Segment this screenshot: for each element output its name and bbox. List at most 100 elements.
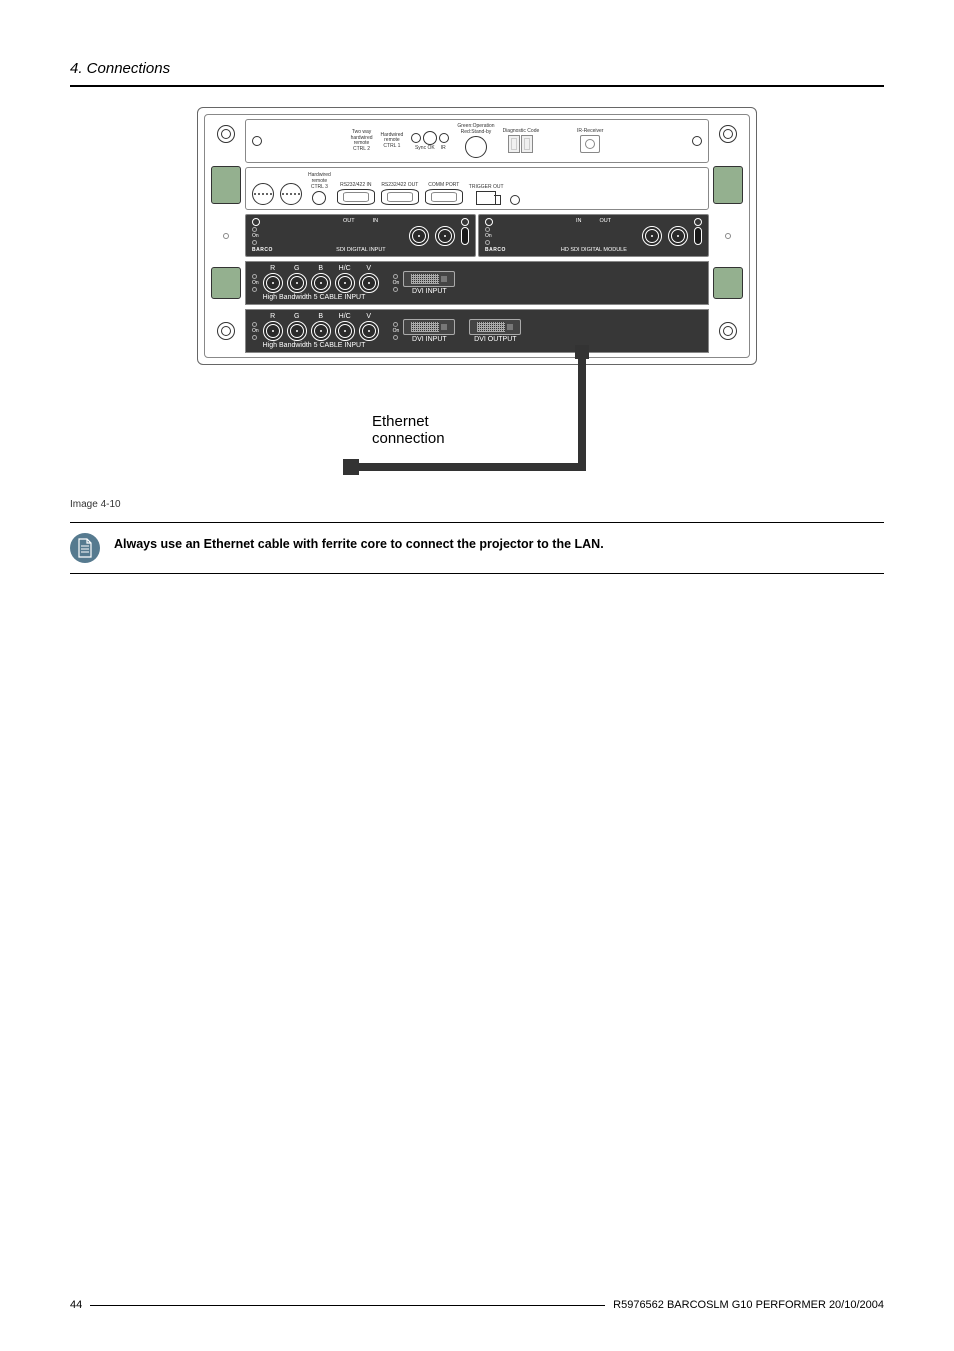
hole-icon: [252, 136, 262, 146]
ctrl3-label: Hardwired remote CTRL 3: [308, 172, 331, 190]
cable-input-row-2: On R G B H/C V High Bandwidth 5 CAB: [245, 309, 709, 353]
bnc-port-icon: [335, 273, 355, 293]
on-indicator: On: [393, 322, 400, 340]
screw-icon: [252, 218, 260, 226]
cable-input-label: High Bandwidth 5 CABLE INPUT: [263, 342, 379, 349]
in-label: IN: [373, 218, 379, 224]
ethernet-label: Ethernet connection: [372, 413, 445, 447]
dvi-input-label: DVI INPUT: [412, 288, 447, 295]
out-label: OUT: [343, 218, 355, 224]
hc-label: H/C: [339, 265, 351, 272]
clip-icon: [461, 227, 469, 245]
barco-logo: BARCO: [252, 247, 273, 253]
right-column-3: [713, 261, 743, 305]
ethernet-cable-drawing: Ethernet connection: [197, 363, 757, 493]
screw-icon: [719, 322, 737, 340]
center-row-3: On R G B H/C V High Bandwidth 5 CAB: [245, 261, 709, 305]
hole-icon: [510, 195, 520, 205]
rs232-in-port: RS232/422 IN: [337, 182, 375, 205]
on-indicator: On: [252, 227, 259, 245]
ir-receiver-icon: [580, 135, 600, 153]
bnc-port-icon: [263, 321, 283, 341]
footer-rule: [90, 1305, 605, 1306]
image-caption: Image 4-10: [70, 499, 884, 510]
rs232-out-label: RS232/422 OUT: [381, 182, 418, 188]
mini-din-port-icon: [252, 183, 274, 205]
bnc-port-icon: [409, 226, 429, 246]
sdi-module: OUT IN On: [245, 214, 476, 257]
trigger-jack-icon: [476, 191, 496, 205]
on-indicator: On: [252, 274, 259, 292]
bnc-port-icon: [335, 321, 355, 341]
bnc-port-icon: [311, 273, 331, 293]
screw-icon: [694, 218, 702, 226]
knob-icon: [423, 131, 437, 145]
ir-recv-label: IR-Receiver: [577, 129, 603, 135]
bnc-port-icon: [668, 226, 688, 246]
hole-icon: [725, 233, 731, 239]
dsub-port-icon: [381, 189, 419, 205]
right-column-2: [713, 214, 743, 257]
bnc-port-icon: [435, 226, 455, 246]
port-strip: Hardwired remote CTRL 3 RS232/422 IN RS2…: [245, 167, 709, 210]
note-document-icon: [70, 533, 100, 563]
hole-icon: [223, 233, 229, 239]
module-row: OUT IN On: [245, 214, 709, 257]
footer-doc-id: R5976562 BARCOSLM G10 PERFORMER 20/10/20…: [613, 1299, 884, 1311]
screw-icon: [485, 218, 493, 226]
panel-row-4: On R G B H/C V High Bandwidth 5 CAB: [211, 309, 743, 353]
cable-end-icon: [343, 459, 359, 475]
hdsdi-module: IN OUT On: [478, 214, 709, 257]
left-column-4: [211, 309, 241, 353]
v-label: V: [366, 313, 371, 320]
b-label: B: [318, 313, 323, 320]
vent-right: [713, 166, 743, 204]
in-label: IN: [576, 218, 582, 224]
jack-icon: [312, 191, 326, 205]
right-column-1: [713, 119, 743, 210]
hc-label: H/C: [339, 313, 351, 320]
ctrl2-label: Two way hardwired remote CTRL 2: [351, 130, 373, 152]
hdsdi-module-label: HD SDI DIGITAL MODULE: [561, 247, 627, 253]
rs232-in-label: RS232/422 IN: [340, 182, 371, 188]
control-strip: Two way hardwired remote CTRL 2 Hardwire…: [245, 119, 709, 163]
center-row-4: On R G B H/C V High Bandwidth 5 CAB: [245, 309, 709, 353]
mini-din-port-icon: [280, 183, 302, 205]
out-label: OUT: [599, 218, 611, 224]
screw-icon: [217, 322, 235, 340]
on-indicator: On: [252, 322, 259, 340]
seven-seg-icon: [508, 135, 520, 153]
screw-icon: [217, 125, 235, 143]
cable-horizontal: [357, 463, 586, 471]
connection-diagram: Two way hardwired remote CTRL 2 Hardwire…: [197, 107, 757, 493]
dsub-port-icon: [337, 189, 375, 205]
dvi-output-port-icon: [469, 319, 521, 335]
dvi-input-port-icon: [403, 319, 455, 335]
page-number: 44: [70, 1299, 82, 1311]
panel-inner: Two way hardwired remote CTRL 2 Hardwire…: [204, 114, 750, 358]
diag-label: Diagnostic Code: [503, 129, 540, 135]
vent-left: [211, 166, 241, 204]
r-label: R: [270, 265, 275, 272]
b-label: B: [318, 265, 323, 272]
cable-input-row-1: On R G B H/C V High Bandwidth 5 CAB: [245, 261, 709, 305]
comm-port: COMM PORT: [425, 182, 463, 205]
projector-back-panel: Two way hardwired remote CTRL 2 Hardwire…: [197, 107, 757, 365]
sdi-module-label: SDI DIGITAL INPUT: [336, 247, 386, 253]
note-text: Always use an Ethernet cable with ferrit…: [114, 533, 604, 551]
knob-icon: [439, 133, 449, 143]
right-column-4: [713, 309, 743, 353]
cable-vertical: [578, 355, 586, 465]
ir-label: IR: [441, 146, 446, 152]
section-title: 4. Connections: [70, 60, 884, 77]
knob-icon: [411, 133, 421, 143]
g-label: G: [294, 313, 299, 320]
top-rule: [70, 85, 884, 87]
clip-icon: [694, 227, 702, 245]
panel-row-1: Two way hardwired remote CTRL 2 Hardwire…: [211, 119, 743, 210]
left-column-1: [211, 119, 241, 210]
note-box: Always use an Ethernet cable with ferrit…: [70, 523, 884, 573]
knob-group: [411, 131, 449, 145]
g-label: G: [294, 265, 299, 272]
bnc-port-icon: [311, 321, 331, 341]
